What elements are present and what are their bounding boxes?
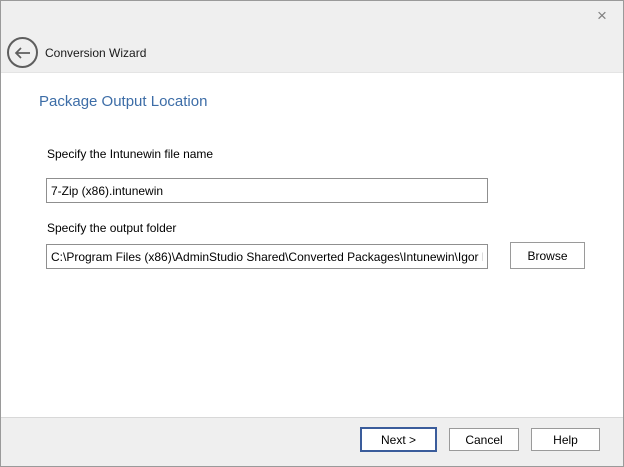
help-button[interactable]: Help <box>531 428 600 451</box>
close-icon[interactable]: × <box>591 5 613 27</box>
filename-label: Specify the Intunewin file name <box>47 147 213 161</box>
wizard-footer: Next > Cancel Help <box>1 417 623 466</box>
next-button[interactable]: Next > <box>360 427 437 452</box>
back-button[interactable] <box>7 37 38 68</box>
output-folder-input[interactable] <box>46 244 488 269</box>
cancel-button[interactable]: Cancel <box>449 428 519 451</box>
wizard-header: × Conversion Wizard <box>1 1 623 73</box>
conversion-wizard-dialog: × Conversion Wizard Package Output Locat… <box>0 0 624 467</box>
output-folder-label: Specify the output folder <box>47 221 176 235</box>
browse-button[interactable]: Browse <box>510 242 585 269</box>
wizard-title: Conversion Wizard <box>45 46 146 60</box>
back-arrow-icon <box>14 47 31 59</box>
page-title: Package Output Location <box>39 93 207 110</box>
filename-input[interactable] <box>46 178 488 203</box>
